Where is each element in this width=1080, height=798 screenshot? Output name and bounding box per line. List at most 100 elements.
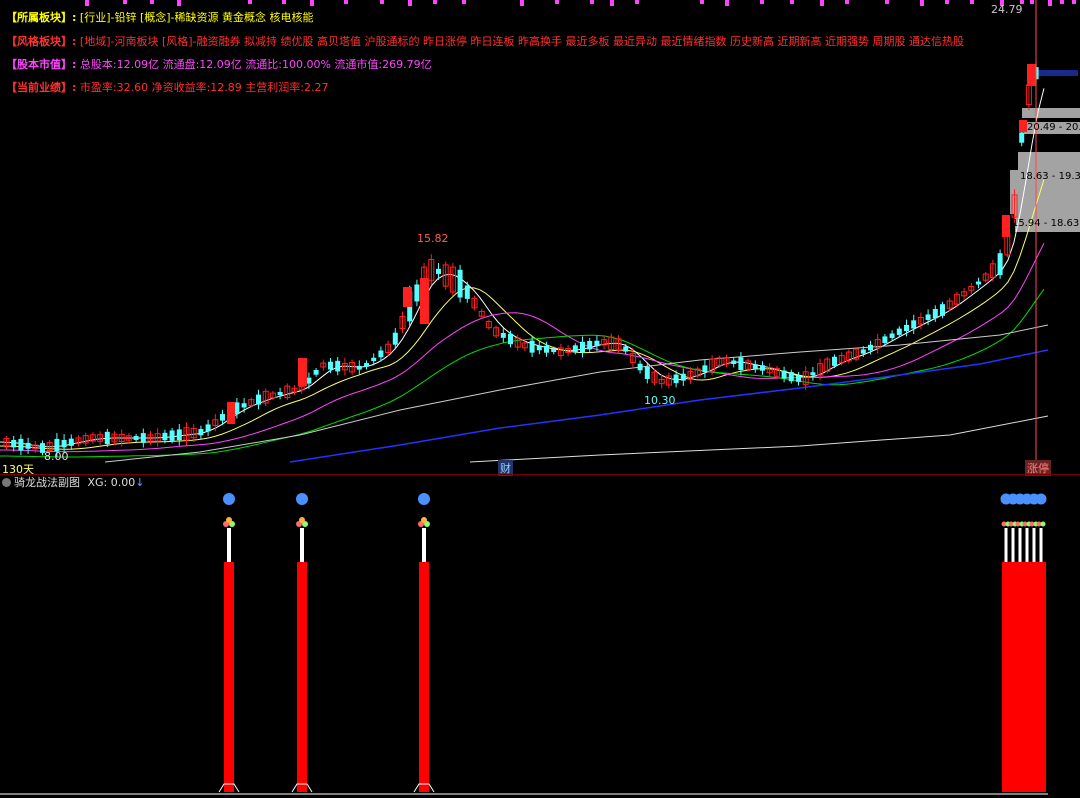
top-tick-marks [85,0,1076,6]
candle-body [464,285,470,299]
collapse-icon[interactable] [2,478,11,487]
capital-info: 【股本市值】: 总股本:12.09亿 流通盘:12.09亿 流通比:100.00… [6,58,432,72]
candle-body [587,341,593,350]
signal-bar [297,562,307,792]
candle-body [61,439,67,448]
top-tick [123,0,127,4]
candle-body [371,357,377,362]
limit-up-candle [1027,64,1036,86]
candle-body [738,357,744,371]
candle-body [1019,132,1025,143]
candle-body [810,372,816,376]
candle-body [436,268,441,274]
top-tick [590,0,594,4]
top-tick [760,0,764,4]
signal-stem [1004,528,1008,562]
down-arrow-icon: ↓ [135,476,145,489]
candle-body [637,363,643,371]
candle-body [18,438,24,451]
top-tick [248,0,252,4]
limit-up-candle [403,287,412,307]
style-info: 【风格板块】: [地域]-河南板块 [风格]-融资融券 拟减持 绩优股 高贝塔值… [6,35,964,49]
price-label-peak: 15.82 [417,232,449,245]
candle-body [889,333,895,338]
candle-body [162,432,168,441]
candle-body [644,366,650,379]
top-tick [433,0,437,4]
top-tick [85,0,89,6]
top-tick [380,0,384,4]
top-tick [820,0,824,6]
profile-range-1: 20.49 - 20. [1027,122,1080,133]
candle-body [364,363,369,367]
candle-body [673,374,679,384]
top-tick [920,0,924,6]
top-tick [1048,0,1052,6]
candle-body [198,429,204,436]
ma250-line [469,415,1049,463]
candle-body [536,345,542,351]
candle-body [544,345,549,353]
top-tick [1030,0,1034,4]
signal-subchart[interactable] [0,490,1080,798]
candle-body [234,402,240,415]
candle-body [104,431,110,445]
candle-body [169,430,175,441]
ma5-line [0,88,1045,448]
top-tick [790,0,794,4]
profile-bar [1018,152,1080,170]
sector-label: 【所属板块】: [6,11,77,24]
signal-bar [224,562,234,792]
top-tick [845,0,849,4]
ma10-line [0,179,1045,450]
sub-chart-title[interactable]: 骑龙战法副图 [14,476,80,489]
top-tick [970,0,974,4]
top-tick [310,0,314,6]
candle-body [241,403,247,408]
pane-divider[interactable] [0,474,1080,475]
top-tick [408,0,412,6]
candle-body [313,370,319,375]
signal-dot [418,493,430,505]
candle-body [328,361,333,370]
limit-up-candle [298,358,307,386]
candle-body [788,372,794,382]
candle-body [796,375,801,382]
candle-body [457,269,463,298]
candle-body [623,346,629,352]
candle-body [911,320,917,329]
top-tick [945,0,949,4]
candle-body [680,373,686,381]
candle-body [378,350,384,358]
sector-content[interactable]: [行业]-铅锌 [概念]-稀缺资源 黄金概念 核电核能 [80,11,314,24]
signal-stem [1032,528,1036,562]
limit-up-candle [420,278,429,324]
candle-body [256,394,261,405]
candle-body [205,424,211,432]
capital-content: 总股本:12.09亿 流通盘:12.09亿 流通比:100.00% 流通市值:2… [79,58,432,71]
profile-bar [1022,108,1080,118]
candle-body [932,309,938,319]
performance-label: 【当前业绩】: [6,81,77,94]
top-tick [635,0,639,4]
style-label: 【风格板块】: [6,35,77,48]
signal-stem [1011,528,1015,562]
top-tick [1072,0,1076,4]
candle-body [760,365,765,371]
candle-body [594,340,600,347]
sector-info: 【所属板块】: [行业]-铅锌 [概念]-稀缺资源 黄金概念 核电核能 [6,11,314,25]
signal-dot [223,493,235,505]
top-tick [700,0,704,4]
candle-body [392,332,398,345]
style-content[interactable]: [地域]-河南板块 [风格]-融资融券 拟减持 绩优股 高贝塔值 沪股通标的 昨… [80,35,964,48]
capital-label: 【股本市值】: [6,58,77,71]
top-tick [885,0,889,4]
top-tick [610,0,614,6]
candle-body [572,345,578,353]
top-tick [555,0,559,4]
signal-stem [227,528,231,562]
candle-body [508,333,513,345]
candle-body [220,414,225,421]
candle-body [551,348,557,353]
indicator-value: XG: 0.00 [87,476,136,489]
